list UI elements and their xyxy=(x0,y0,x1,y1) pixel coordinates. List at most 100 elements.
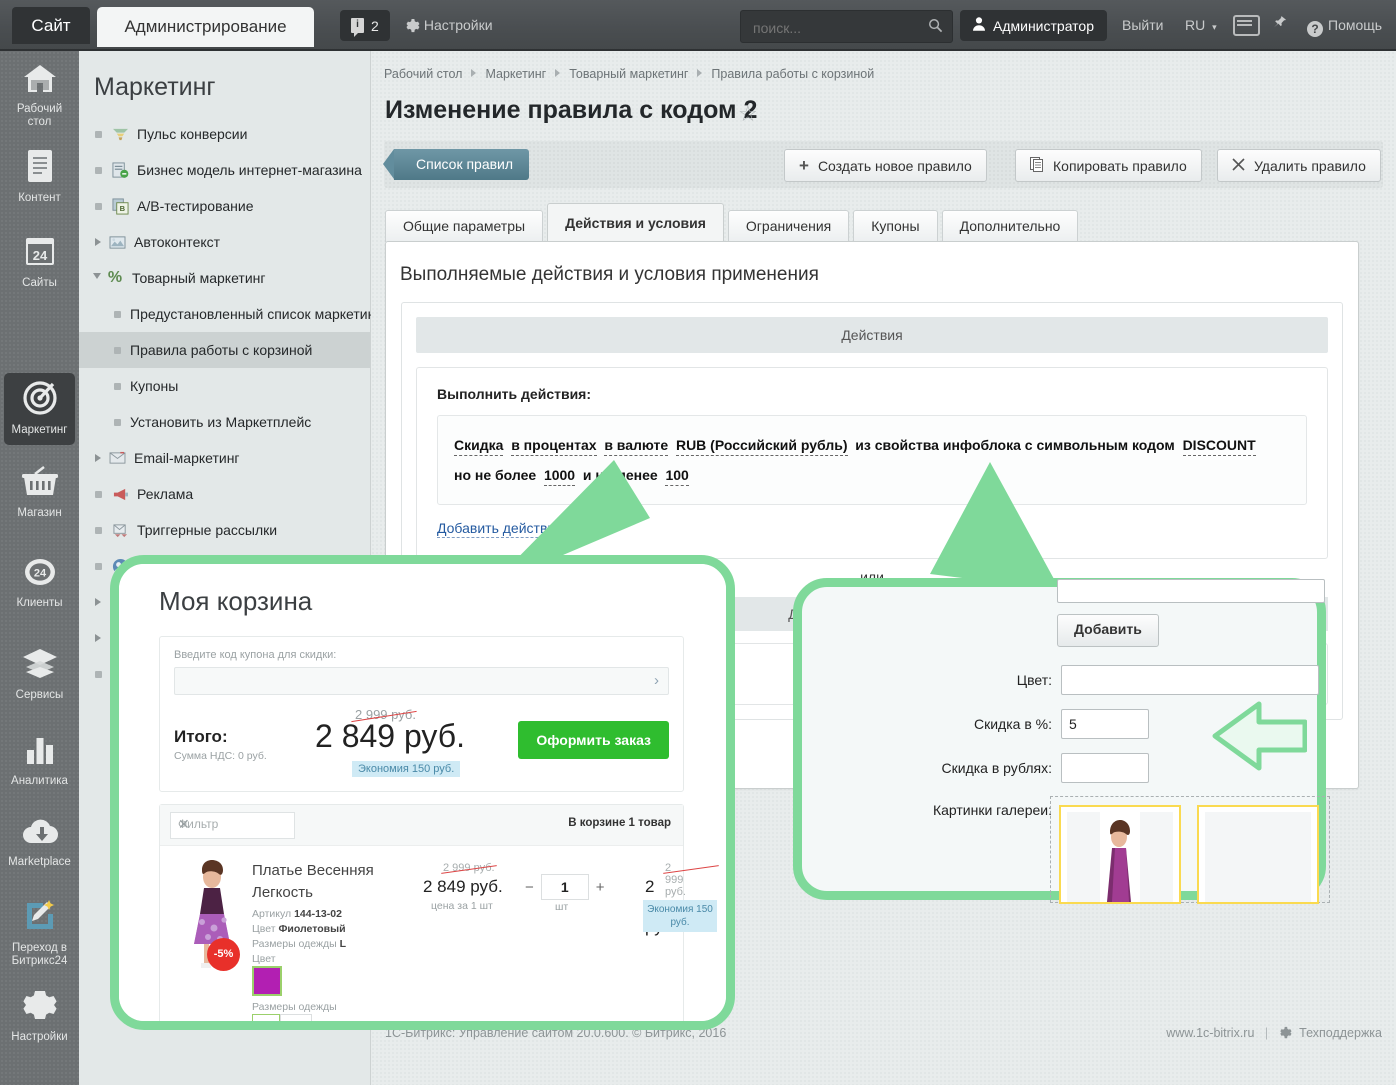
megaphone-icon xyxy=(111,485,129,503)
tab-actions-conditions[interactable]: Действия и условия xyxy=(547,203,724,242)
size-picker: L XL xyxy=(252,1014,312,1030)
rail-item-marketing[interactable]: Маркетинг xyxy=(4,373,75,445)
footer-site-link[interactable]: www.1c-bitrix.ru xyxy=(1166,1026,1254,1040)
close-x-icon[interactable]: ✕ xyxy=(178,816,286,833)
quantity-plus-button[interactable]: + xyxy=(596,879,605,896)
settings-link[interactable]: Настройки xyxy=(405,17,493,33)
breadcrumb-item-0[interactable]: Рабочий стол xyxy=(384,67,462,81)
rail-item-settings[interactable]: Настройки xyxy=(4,988,75,1044)
breadcrumb-item-3[interactable]: Правила работы с корзиной xyxy=(711,67,874,81)
menu-item-install-marketplace[interactable]: Установить из Маркетплейс xyxy=(79,404,370,440)
keyboard-icon[interactable] xyxy=(1233,15,1260,36)
chevron-right-icon[interactable] xyxy=(95,238,101,246)
gallery-item[interactable] xyxy=(1197,805,1319,904)
add-button[interactable]: Добавить xyxy=(1057,614,1159,647)
rail-label: Аналитика xyxy=(4,775,75,788)
rail-item-clients[interactable]: 24 Клиенты xyxy=(4,556,75,610)
menu-item-autocontext[interactable]: Автоконтекст xyxy=(79,224,370,260)
rule-token-code[interactable]: DISCOUNT xyxy=(1183,437,1256,456)
rail-item-marketplace[interactable]: Marketplace xyxy=(4,819,75,869)
chevron-right-icon[interactable]: › xyxy=(654,672,659,689)
tab-restrictions[interactable]: Ограничения xyxy=(728,210,849,242)
rule-token-currency[interactable]: RUB (Российский рубль) xyxy=(676,437,848,456)
gallery-item[interactable] xyxy=(1059,805,1181,904)
menu-item-label: Автоконтекст xyxy=(134,234,220,250)
breadcrumb-item-1[interactable]: Маркетинг xyxy=(485,67,546,81)
menu-item-cart-rules[interactable]: Правила работы с корзиной xyxy=(79,332,370,368)
menu-item-preset-list[interactable]: Предустановленный список маркетин xyxy=(79,296,370,332)
rail-item-content[interactable]: Контент xyxy=(4,149,75,205)
rail-item-desktop[interactable]: Рабочий стол xyxy=(4,64,75,129)
search-box[interactable] xyxy=(740,10,953,43)
product-article: Артикул 144-13-02 xyxy=(252,908,342,920)
gallery-dropzone[interactable] xyxy=(1050,796,1330,903)
search-input[interactable] xyxy=(751,11,910,44)
breadcrumb-item-2[interactable]: Товарный маркетинг xyxy=(569,67,688,81)
menu-item-pulse[interactable]: Пульс конверсии xyxy=(79,116,370,152)
size-picker-label: Размеры одежды xyxy=(252,1001,337,1013)
discount-percent-field[interactable]: 5 xyxy=(1061,709,1149,739)
property-input-top[interactable] xyxy=(1057,579,1325,603)
color-swatch[interactable] xyxy=(252,966,282,996)
rail-item-bitrix24[interactable]: Переход в Битрикс24 xyxy=(4,899,75,968)
menu-item-ab-test[interactable]: B A/B-тестирование xyxy=(79,188,370,224)
chevron-right-icon[interactable] xyxy=(95,598,101,606)
quantity-input[interactable]: 1 xyxy=(541,874,589,900)
rail-item-services[interactable]: Сервисы xyxy=(4,648,75,702)
delete-rule-button[interactable]: Удалить правило xyxy=(1217,149,1381,182)
pin-icon[interactable] xyxy=(1272,15,1287,35)
favorite-star-icon[interactable]: ☆ xyxy=(738,101,758,127)
chevron-right-icon[interactable] xyxy=(95,634,101,642)
size-option-xl[interactable]: XL xyxy=(280,1014,312,1030)
sites-24-icon: 24 xyxy=(4,236,75,272)
back-to-list-button[interactable]: Список правил xyxy=(394,149,529,180)
rule-token-currency-mode[interactable]: в валюте xyxy=(604,437,668,456)
ab-test-icon: B xyxy=(111,197,129,215)
cart-total-row: Итого: Сумма НДС: 0 руб. 2 999 руб. 2 84… xyxy=(160,695,683,791)
trigger-mail-icon xyxy=(111,521,129,539)
messages-button[interactable]: i 2 xyxy=(340,10,390,41)
tab-admin[interactable]: Администрирование xyxy=(97,7,314,47)
menu-item-trigger-mail[interactable]: Триггерные рассылки xyxy=(79,512,370,548)
footer-support-link[interactable]: Техподдержка xyxy=(1299,1026,1382,1040)
settings-label: Настройки xyxy=(424,17,493,33)
quantity-minus-button[interactable]: − xyxy=(525,879,534,896)
rail-item-sites[interactable]: 24 Сайты xyxy=(4,236,75,290)
chevron-right-icon[interactable] xyxy=(95,454,101,462)
rail-item-analytics[interactable]: Аналитика xyxy=(4,734,75,788)
target-icon xyxy=(4,379,75,419)
language-selector[interactable]: RU ▾ xyxy=(1185,17,1217,33)
saving-badge: Экономия 150 руб. xyxy=(352,761,460,777)
filter-input[interactable]: Фильтр ✕ xyxy=(170,812,295,839)
size-option-l[interactable]: L xyxy=(252,1014,280,1030)
menu-item-coupons[interactable]: Купоны xyxy=(79,368,370,404)
rule-token-discount[interactable]: Скидка xyxy=(454,437,503,456)
top-bar: Сайт Администрирование i 2 Настройки Адм… xyxy=(0,0,1396,51)
menu-item-business-model[interactable]: Бизнес модель интернет-магазина xyxy=(79,152,370,188)
logout-link[interactable]: Выйти xyxy=(1122,17,1163,33)
tab-general[interactable]: Общие параметры xyxy=(385,210,543,242)
color-field[interactable] xyxy=(1061,665,1319,695)
coupon-input[interactable]: › xyxy=(174,667,669,695)
menu-item-advertising[interactable]: Реклама xyxy=(79,476,370,512)
chevron-down-icon[interactable] xyxy=(93,273,101,283)
discount-rub-field[interactable] xyxy=(1061,753,1149,783)
menu-item-email-marketing[interactable]: Email-маркетинг xyxy=(79,440,370,476)
tab-site[interactable]: Сайт xyxy=(12,7,90,44)
menu-item-product-marketing[interactable]: % Товарный маркетинг xyxy=(79,260,370,296)
bullet-marker xyxy=(114,383,121,390)
clients-24-icon: 24 xyxy=(4,556,75,592)
create-rule-button[interactable]: + Создать новое правило xyxy=(784,149,987,182)
rule-token-percent-mode[interactable]: в процентах xyxy=(511,437,596,456)
basket-icon xyxy=(4,466,75,502)
quantity-stepper[interactable]: − 1 + xyxy=(525,874,605,900)
svg-text:24: 24 xyxy=(32,248,47,263)
copy-rule-button[interactable]: Копировать правило xyxy=(1015,149,1202,182)
product-name[interactable]: Платье Весенняя Легкость xyxy=(252,860,402,904)
tab-coupons[interactable]: Купоны xyxy=(853,210,937,242)
tab-additional[interactable]: Дополнительно xyxy=(942,210,1079,242)
help-link[interactable]: ?Помощь xyxy=(1307,17,1382,37)
rail-item-shop[interactable]: Магазин xyxy=(4,466,75,520)
user-button[interactable]: Администратор xyxy=(960,10,1107,41)
checkout-button[interactable]: Оформить заказ xyxy=(518,721,669,759)
